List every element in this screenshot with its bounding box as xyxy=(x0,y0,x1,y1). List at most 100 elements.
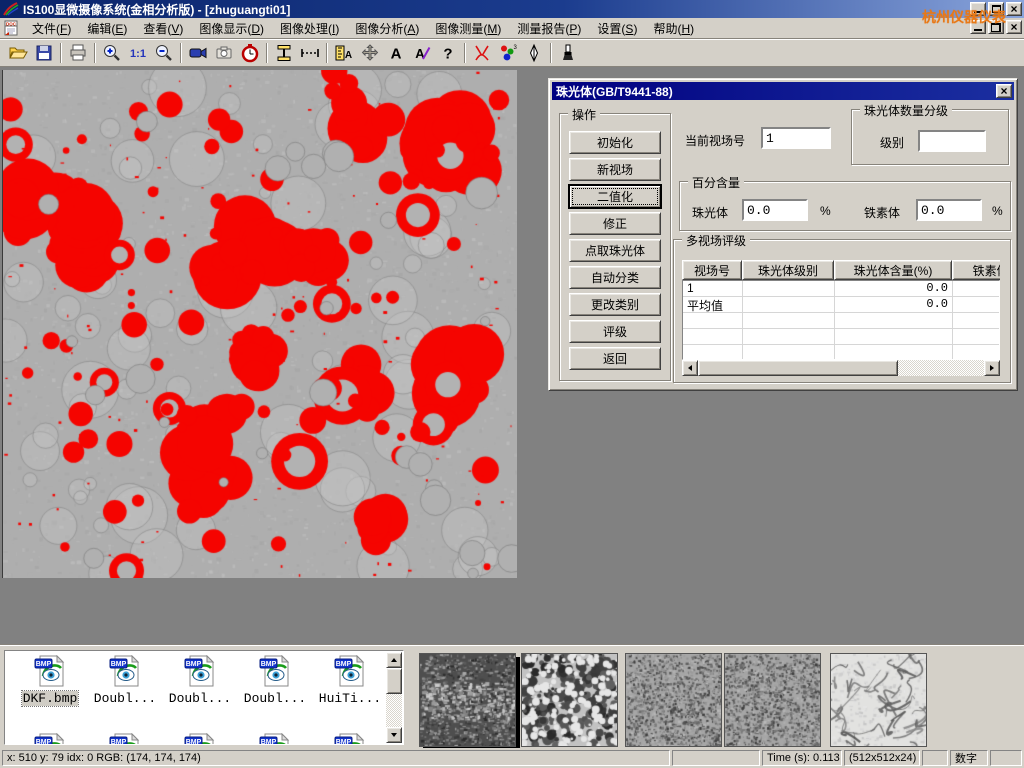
table-cell[interactable] xyxy=(743,345,835,360)
current-view-input[interactable] xyxy=(761,127,831,149)
table-cell[interactable]: 0.0 xyxy=(835,281,953,297)
brush-icon[interactable] xyxy=(555,41,581,65)
file-item-partial[interactable]: BMP xyxy=(88,733,162,745)
file-item-HuiTi...[interactable]: BMPHuiTi... xyxy=(313,655,387,706)
scroll-left-button[interactable] xyxy=(682,360,698,376)
table-row[interactable]: 平均值 0.0 xyxy=(683,297,999,313)
child-restore-button[interactable] xyxy=(988,20,1004,34)
text-icon[interactable]: A xyxy=(383,41,409,65)
scroll-down-button[interactable] xyxy=(386,727,402,743)
print-icon[interactable] xyxy=(65,41,91,65)
caliper-vertical-icon[interactable] xyxy=(271,41,297,65)
actual-size-icon[interactable]: 1:1 xyxy=(125,41,151,65)
table-cell[interactable] xyxy=(835,345,953,360)
table-cell[interactable] xyxy=(835,313,953,329)
op-button-4[interactable]: 修正 xyxy=(569,212,661,235)
table-row[interactable] xyxy=(683,313,999,329)
table-cell[interactable]: 0.0 xyxy=(835,297,953,313)
micrograph-canvas[interactable] xyxy=(2,70,517,578)
op-button-1[interactable]: 初始化 xyxy=(569,131,661,154)
file-item-partial[interactable]: BMP xyxy=(13,733,87,745)
op-button-2[interactable]: 新视场 xyxy=(569,158,661,181)
ferrite-percent-input[interactable] xyxy=(916,199,982,221)
menu-item-I[interactable]: 图像处理(I) xyxy=(272,18,347,39)
menu-item-P[interactable]: 测量报告(P) xyxy=(509,18,589,39)
table-cell[interactable] xyxy=(953,297,1000,313)
file-name[interactable]: Doubl... xyxy=(243,691,307,706)
table-cell[interactable] xyxy=(743,313,835,329)
dialog-close-button[interactable]: × xyxy=(996,84,1012,98)
scroll-right-button[interactable] xyxy=(984,360,1000,376)
scroll-up-button[interactable] xyxy=(386,652,402,668)
file-item-DKF.bmp[interactable]: BMPDKF.bmp xyxy=(13,655,87,706)
vscroll-thumb[interactable] xyxy=(386,668,402,694)
thumbnail-2[interactable] xyxy=(521,653,618,747)
file-item-Doubl...[interactable]: BMPDoubl... xyxy=(163,655,237,706)
file-item-partial[interactable]: BMP xyxy=(238,733,312,745)
zoom-out-icon[interactable] xyxy=(151,41,177,65)
thumbnail-1[interactable] xyxy=(419,653,516,747)
curve-tool-icon[interactable] xyxy=(469,41,495,65)
table-cell[interactable] xyxy=(953,345,1000,360)
op-button-6[interactable]: 自动分类 xyxy=(569,266,661,289)
table-cell[interactable] xyxy=(953,329,1000,345)
file-list-vscrollbar[interactable] xyxy=(386,652,402,743)
rating-table-body[interactable]: 10.0平均值0.0 xyxy=(682,280,1000,360)
close-button[interactable]: × xyxy=(1006,2,1022,16)
thumbnail-4[interactable] xyxy=(724,653,821,747)
move-icon[interactable] xyxy=(357,41,383,65)
save-icon[interactable] xyxy=(31,41,57,65)
file-item-Doubl...[interactable]: BMPDoubl... xyxy=(88,655,162,706)
help-icon[interactable]: ? xyxy=(435,41,461,65)
table-cell[interactable] xyxy=(683,345,743,360)
file-item-partial[interactable]: BMP xyxy=(313,733,387,745)
measure-label-icon[interactable]: A xyxy=(331,41,357,65)
file-item-partial[interactable]: BMP xyxy=(163,733,237,745)
file-list[interactable]: BMPDKF.bmpBMPDoubl...BMPDoubl...BMPDoubl… xyxy=(4,650,404,745)
table-row[interactable]: 10.0 xyxy=(683,281,999,297)
rating-table[interactable]: 视场号珠光体级别珠光体含量(%)铁素体含量(%) 10.0平均值0.0 xyxy=(682,260,1000,360)
table-cell[interactable] xyxy=(683,329,743,345)
file-name[interactable]: HuiTi... xyxy=(318,691,382,706)
table-cell[interactable]: 平均值 xyxy=(683,297,743,313)
video-camera-icon[interactable] xyxy=(185,41,211,65)
document-icon[interactable]: DOC xyxy=(4,20,20,36)
text-edit-icon[interactable]: A xyxy=(409,41,435,65)
minimize-button[interactable] xyxy=(970,2,986,16)
menu-item-F[interactable]: 文件(F) xyxy=(24,18,79,39)
table-cell[interactable] xyxy=(743,329,835,345)
child-close-button[interactable]: × xyxy=(1006,20,1022,34)
table-cell[interactable] xyxy=(683,313,743,329)
menu-item-E[interactable]: 编辑(E) xyxy=(79,18,135,39)
op-button-5[interactable]: 点取珠光体 xyxy=(569,239,661,262)
table-cell[interactable]: 1 xyxy=(683,281,743,297)
menu-item-A[interactable]: 图像分析(A) xyxy=(347,18,427,39)
table-row[interactable] xyxy=(683,329,999,345)
open-icon[interactable] xyxy=(5,41,31,65)
menu-item-H[interactable]: 帮助(H) xyxy=(645,18,702,39)
capture-icon[interactable] xyxy=(211,41,237,65)
table-header-cell[interactable]: 珠光体级别 xyxy=(742,260,834,280)
table-header-cell[interactable]: 铁素体含量(%) xyxy=(952,260,1000,280)
thumbnail-3[interactable] xyxy=(625,653,722,747)
table-cell[interactable] xyxy=(743,281,835,297)
op-button-9[interactable]: 返回 xyxy=(569,347,661,370)
op-button-3[interactable]: 二值化 xyxy=(569,185,661,208)
zoom-in-icon[interactable] xyxy=(99,41,125,65)
table-cell[interactable] xyxy=(835,329,953,345)
table-header-cell[interactable]: 视场号 xyxy=(682,260,742,280)
pen-icon[interactable] xyxy=(521,41,547,65)
pearlite-percent-input[interactable] xyxy=(742,199,808,221)
thumbnail-5[interactable] xyxy=(830,653,927,747)
op-button-8[interactable]: 评级 xyxy=(569,320,661,343)
menu-item-S[interactable]: 设置(S) xyxy=(589,18,645,39)
table-header-cell[interactable]: 珠光体含量(%) xyxy=(834,260,952,280)
count-points-icon[interactable]: 3 xyxy=(495,41,521,65)
file-item-Doubl...[interactable]: BMPDoubl... xyxy=(238,655,312,706)
table-row[interactable] xyxy=(683,345,999,360)
table-cell[interactable] xyxy=(953,313,1000,329)
table-cell[interactable] xyxy=(953,281,1000,297)
op-button-7[interactable]: 更改类别 xyxy=(569,293,661,316)
table-cell[interactable] xyxy=(743,297,835,313)
menu-item-V[interactable]: 查看(V) xyxy=(135,18,191,39)
